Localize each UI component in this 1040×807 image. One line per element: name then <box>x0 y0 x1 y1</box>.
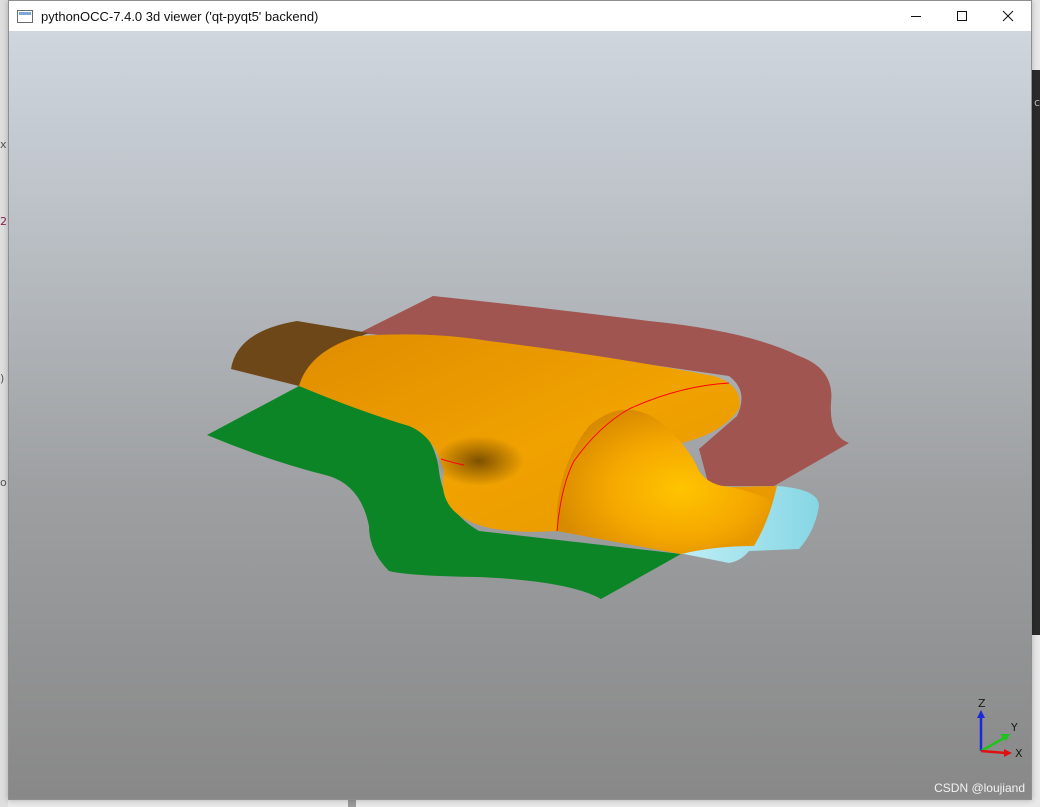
background-text-fragment: c <box>1034 96 1040 109</box>
maximize-button[interactable] <box>939 1 985 31</box>
3d-viewport[interactable]: Z Y X CSDN @loujiand <box>9 31 1031 799</box>
close-button[interactable] <box>985 1 1031 31</box>
z-arrow-icon <box>977 710 985 718</box>
background-text-fragment: o <box>0 476 7 489</box>
close-icon <box>1002 10 1014 22</box>
background-text-fragment: x <box>0 138 7 151</box>
y-axis <box>980 736 1005 753</box>
window-title: pythonOCC-7.4.0 3d viewer ('qt-pyqt5' ba… <box>41 8 319 24</box>
minimize-button[interactable] <box>893 1 939 31</box>
y-axis-label: Y <box>1011 721 1018 734</box>
watermark: CSDN @loujiand <box>934 781 1025 795</box>
3d-scene <box>207 296 849 599</box>
window-controls <box>893 1 1031 31</box>
x-axis-label: X <box>1015 747 1023 760</box>
app-window-icon <box>17 9 33 23</box>
viewer-window: pythonOCC-7.4.0 3d viewer ('qt-pyqt5' ba… <box>8 0 1032 800</box>
x-axis <box>980 749 1007 755</box>
maximize-icon <box>957 11 967 21</box>
z-axis-label: Z <box>978 697 986 710</box>
title-bar[interactable]: pythonOCC-7.4.0 3d viewer ('qt-pyqt5' ba… <box>9 1 1031 31</box>
x-arrow-icon <box>1004 749 1012 757</box>
background-text-fragment: ) <box>0 372 5 385</box>
minimize-icon <box>911 16 921 17</box>
background-text-fragment: 2 <box>0 215 7 228</box>
background-editor-edge <box>0 0 8 807</box>
background-panel-edge <box>1032 70 1040 635</box>
